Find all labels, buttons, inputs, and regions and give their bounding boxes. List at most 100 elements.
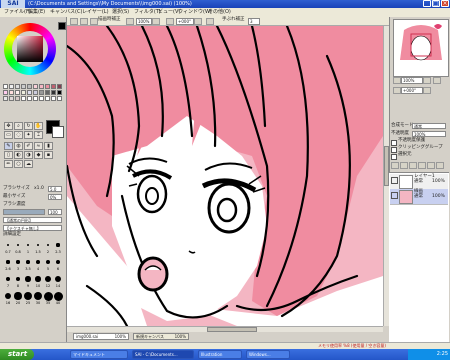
- move-tool-button[interactable]: ✥: [4, 122, 13, 130]
- rotate-left-button[interactable]: [166, 18, 174, 25]
- new-linework-button[interactable]: [400, 162, 408, 169]
- zoom-in-button[interactable]: [152, 18, 160, 25]
- swatch[interactable]: [27, 84, 32, 89]
- taskbar-item[interactable]: Windows...: [246, 350, 290, 359]
- nav-zoom-field[interactable]: 100%: [401, 77, 423, 84]
- color-saturation-square[interactable]: [17, 36, 43, 62]
- menu-select[interactable]: 選択(S): [112, 9, 129, 16]
- taskbar-item[interactable]: マイドキュメント: [70, 350, 128, 359]
- drawing-canvas[interactable]: [67, 26, 383, 326]
- protect-opacity-checkbox[interactable]: [391, 140, 397, 146]
- clipping-group-checkbox[interactable]: [391, 147, 397, 153]
- density-field[interactable]: 100: [48, 209, 62, 215]
- swatch[interactable]: [39, 96, 44, 101]
- zoom-out-button[interactable]: [126, 18, 134, 25]
- menu-window[interactable]: ウィンドウ(W): [178, 9, 212, 16]
- pencil-tool-button[interactable]: ✏: [4, 160, 13, 168]
- nav-reset-button[interactable]: [433, 77, 441, 84]
- menu-canvas[interactable]: キャンバス(C): [50, 9, 82, 16]
- swatch[interactable]: [33, 96, 38, 101]
- brush-size-preset[interactable]: 0.8: [13, 240, 23, 256]
- brush-size-preset[interactable]: 12: [43, 274, 53, 290]
- new-layer-button[interactable]: [391, 162, 399, 169]
- swatch[interactable]: [9, 90, 14, 95]
- swatch[interactable]: [27, 90, 32, 95]
- brush-size-preset[interactable]: 9: [23, 274, 33, 290]
- delete-layer-button[interactable]: [436, 162, 444, 169]
- blend-mode-select[interactable]: 通常: [412, 123, 446, 129]
- stabilizer-select[interactable]: 3: [248, 18, 260, 25]
- layer-row[interactable]: レイヤー1 通常 100%: [390, 174, 448, 190]
- eyedropper-tool-button[interactable]: ⌶: [34, 131, 43, 139]
- min-size-field[interactable]: 0%: [48, 194, 62, 200]
- antialias-checkbox[interactable]: [90, 18, 98, 25]
- angle-field[interactable]: +000°: [176, 18, 194, 25]
- blur-tool-button[interactable]: ○: [14, 160, 23, 168]
- taskbar-item[interactable]: Illustration: [198, 350, 242, 359]
- select-pen-button[interactable]: ◐: [14, 151, 23, 159]
- select-tool-button[interactable]: ▭: [4, 131, 13, 139]
- visibility-eye-icon[interactable]: [391, 192, 398, 199]
- swatch[interactable]: [57, 96, 62, 101]
- start-button[interactable]: start: [0, 349, 34, 360]
- swatch[interactable]: [15, 90, 20, 95]
- swatch[interactable]: [21, 90, 26, 95]
- brush-size-preset[interactable]: 8: [13, 274, 23, 290]
- doc-tab-new-canvas[interactable]: 新規キャンバス 100%: [133, 333, 189, 340]
- maximize-button[interactable]: □: [432, 0, 440, 7]
- swatch[interactable]: [3, 96, 8, 101]
- brush-size-preset[interactable]: 6: [53, 257, 63, 273]
- brush-size-preset[interactable]: 2.3: [53, 240, 63, 256]
- water-tool-button[interactable]: ≈: [34, 142, 43, 150]
- marker-tool-button[interactable]: ▮: [44, 142, 53, 150]
- brush-size-preset[interactable]: 2.6: [3, 257, 13, 273]
- swatch[interactable]: [57, 84, 62, 89]
- swatch[interactable]: [57, 90, 62, 95]
- brush-size-preset[interactable]: 2: [43, 240, 53, 256]
- detail-settings-toggle[interactable]: 詳細設定: [3, 232, 21, 238]
- brush-size-preset[interactable]: 7: [3, 274, 13, 290]
- swatch[interactable]: [33, 84, 38, 89]
- magic-wand-button[interactable]: ✦: [24, 131, 33, 139]
- swatch[interactable]: [15, 84, 20, 89]
- brush-size-preset[interactable]: 3: [13, 257, 23, 273]
- swatch[interactable]: [21, 96, 26, 101]
- swatch[interactable]: [21, 84, 26, 89]
- brush-size-preset[interactable]: 0.7: [3, 240, 13, 256]
- rotate-right-button[interactable]: [194, 18, 202, 25]
- brush-size-preset[interactable]: 4: [33, 257, 43, 273]
- brush-size-preset[interactable]: 35: [43, 291, 53, 307]
- deselect-button[interactable]: [80, 18, 88, 25]
- nav-angle-field[interactable]: +000°: [401, 87, 423, 94]
- close-button[interactable]: ×: [441, 0, 449, 7]
- menu-view[interactable]: ビュー(V): [158, 9, 180, 16]
- hand-tool-button[interactable]: ✋: [34, 122, 43, 130]
- nav-zoom-in-button[interactable]: [423, 77, 431, 84]
- smudge-tool-button[interactable]: ☁: [24, 160, 33, 168]
- swatch[interactable]: [27, 96, 32, 101]
- swatch[interactable]: [33, 90, 38, 95]
- nav-rotate-left-button[interactable]: [393, 87, 401, 94]
- swatch[interactable]: [3, 84, 8, 89]
- clear-layer-button[interactable]: [427, 162, 435, 169]
- select-all-button[interactable]: [70, 18, 78, 25]
- taskbar-item-active[interactable]: SAI - C:\Documents...: [132, 350, 194, 359]
- navigator-preview[interactable]: [393, 19, 449, 77]
- pen-tool-button[interactable]: ✎: [4, 142, 13, 150]
- brush-size-multiplier[interactable]: x1.0: [34, 186, 44, 192]
- rotate-tool-button[interactable]: ↻: [24, 122, 33, 130]
- layer-row-selected[interactable]: 線画 通常 100%: [390, 189, 448, 205]
- select-eraser-button[interactable]: ◑: [24, 151, 33, 159]
- merge-down-button[interactable]: [418, 162, 426, 169]
- swatch[interactable]: [15, 96, 20, 101]
- brush-size-preset[interactable]: 14: [53, 274, 63, 290]
- swatch[interactable]: [45, 96, 50, 101]
- secondary-color-chip[interactable]: [52, 126, 64, 138]
- swatch[interactable]: [51, 96, 56, 101]
- pen-icon[interactable]: [58, 22, 66, 30]
- swatch[interactable]: [51, 84, 56, 89]
- opacity-field[interactable]: 100%: [412, 131, 446, 137]
- zoom-field[interactable]: 100%: [136, 18, 152, 25]
- swatch[interactable]: [39, 90, 44, 95]
- swatch[interactable]: [9, 84, 14, 89]
